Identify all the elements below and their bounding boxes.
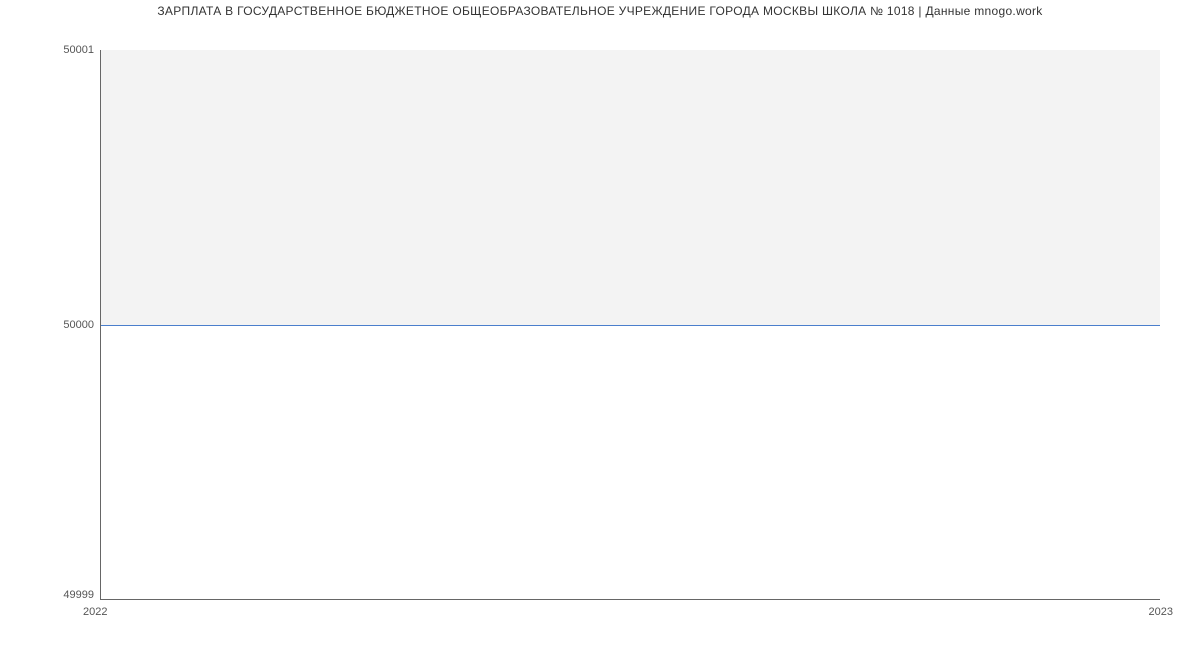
chart-title: ЗАРПЛАТА В ГОСУДАРСТВЕННОЕ БЮДЖЕТНОЕ ОБЩ… <box>0 4 1200 18</box>
y-tick-bot: 49999 <box>4 589 94 601</box>
y-tick-top: 50001 <box>4 44 94 56</box>
y-tick-mid: 50000 <box>4 319 94 331</box>
series-line-salary <box>101 325 1160 326</box>
salary-chart: ЗАРПЛАТА В ГОСУДАРСТВЕННОЕ БЮДЖЕТНОЕ ОБЩ… <box>0 0 1200 650</box>
x-tick-end: 2023 <box>1149 606 1173 618</box>
fill-band <box>101 50 1160 325</box>
x-tick-start: 2022 <box>83 606 107 618</box>
plot-area <box>100 50 1160 600</box>
